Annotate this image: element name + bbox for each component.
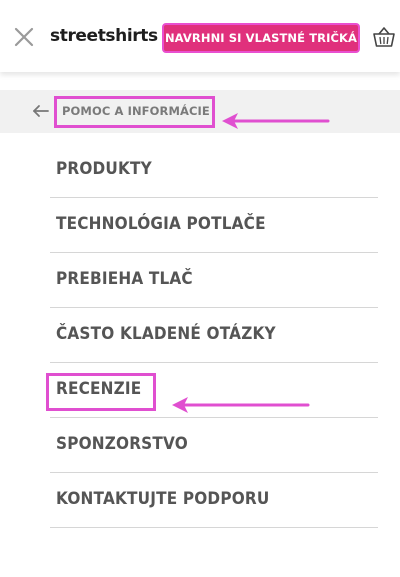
menu-item-print-technology[interactable]: TECHNOLÓGIA POTLAČE: [50, 198, 378, 253]
design-tshirts-button[interactable]: NAVRHNI SI VLASTNÉ TRIČKÁ: [162, 23, 360, 53]
menu-item-label: TECHNOLÓGIA POTLAČE: [56, 214, 266, 234]
basket-icon: [373, 27, 395, 47]
menu-item-contact-support[interactable]: KONTAKTUJTE PODPORU: [50, 473, 378, 528]
annotation-arrow-icon: [220, 110, 332, 132]
menu-item-label: SPONZORSTVO: [56, 434, 188, 454]
cart-button[interactable]: [371, 24, 397, 50]
menu-item-label: KONTAKTUJTE PODPORU: [56, 489, 270, 509]
mobile-menu-page: streetshirts NAVRHNI SI VLASTNÉ TRIČKÁ P…: [0, 0, 400, 577]
menu-item-products[interactable]: PRODUKTY: [50, 143, 378, 198]
menu-item-label: PREBIEHA TLAČ: [56, 269, 193, 289]
back-label: POMOC A INFORMÁCIE: [62, 104, 210, 118]
annotation-arrow-icon: [170, 394, 312, 416]
reviews-highlight: [46, 373, 156, 411]
back-arrow-icon: [32, 104, 50, 118]
menu-item-sponsorship[interactable]: SPONZORSTVO: [50, 418, 378, 473]
brand-logo[interactable]: streetshirts: [50, 24, 158, 48]
site-header: streetshirts NAVRHNI SI VLASTNÉ TRIČKÁ: [0, 0, 400, 72]
close-menu-button[interactable]: [12, 25, 36, 49]
menu-item-faq[interactable]: ČASTO KLADENÉ OTÁZKY: [50, 308, 378, 363]
menu-item-label: PRODUKTY: [56, 159, 152, 179]
help-menu-list: PRODUKTY TECHNOLÓGIA POTLAČE PREBIEHA TL…: [50, 143, 378, 528]
menu-item-printing-process[interactable]: PREBIEHA TLAČ: [50, 253, 378, 308]
close-icon: [14, 27, 34, 47]
menu-item-label: ČASTO KLADENÉ OTÁZKY: [56, 324, 276, 344]
